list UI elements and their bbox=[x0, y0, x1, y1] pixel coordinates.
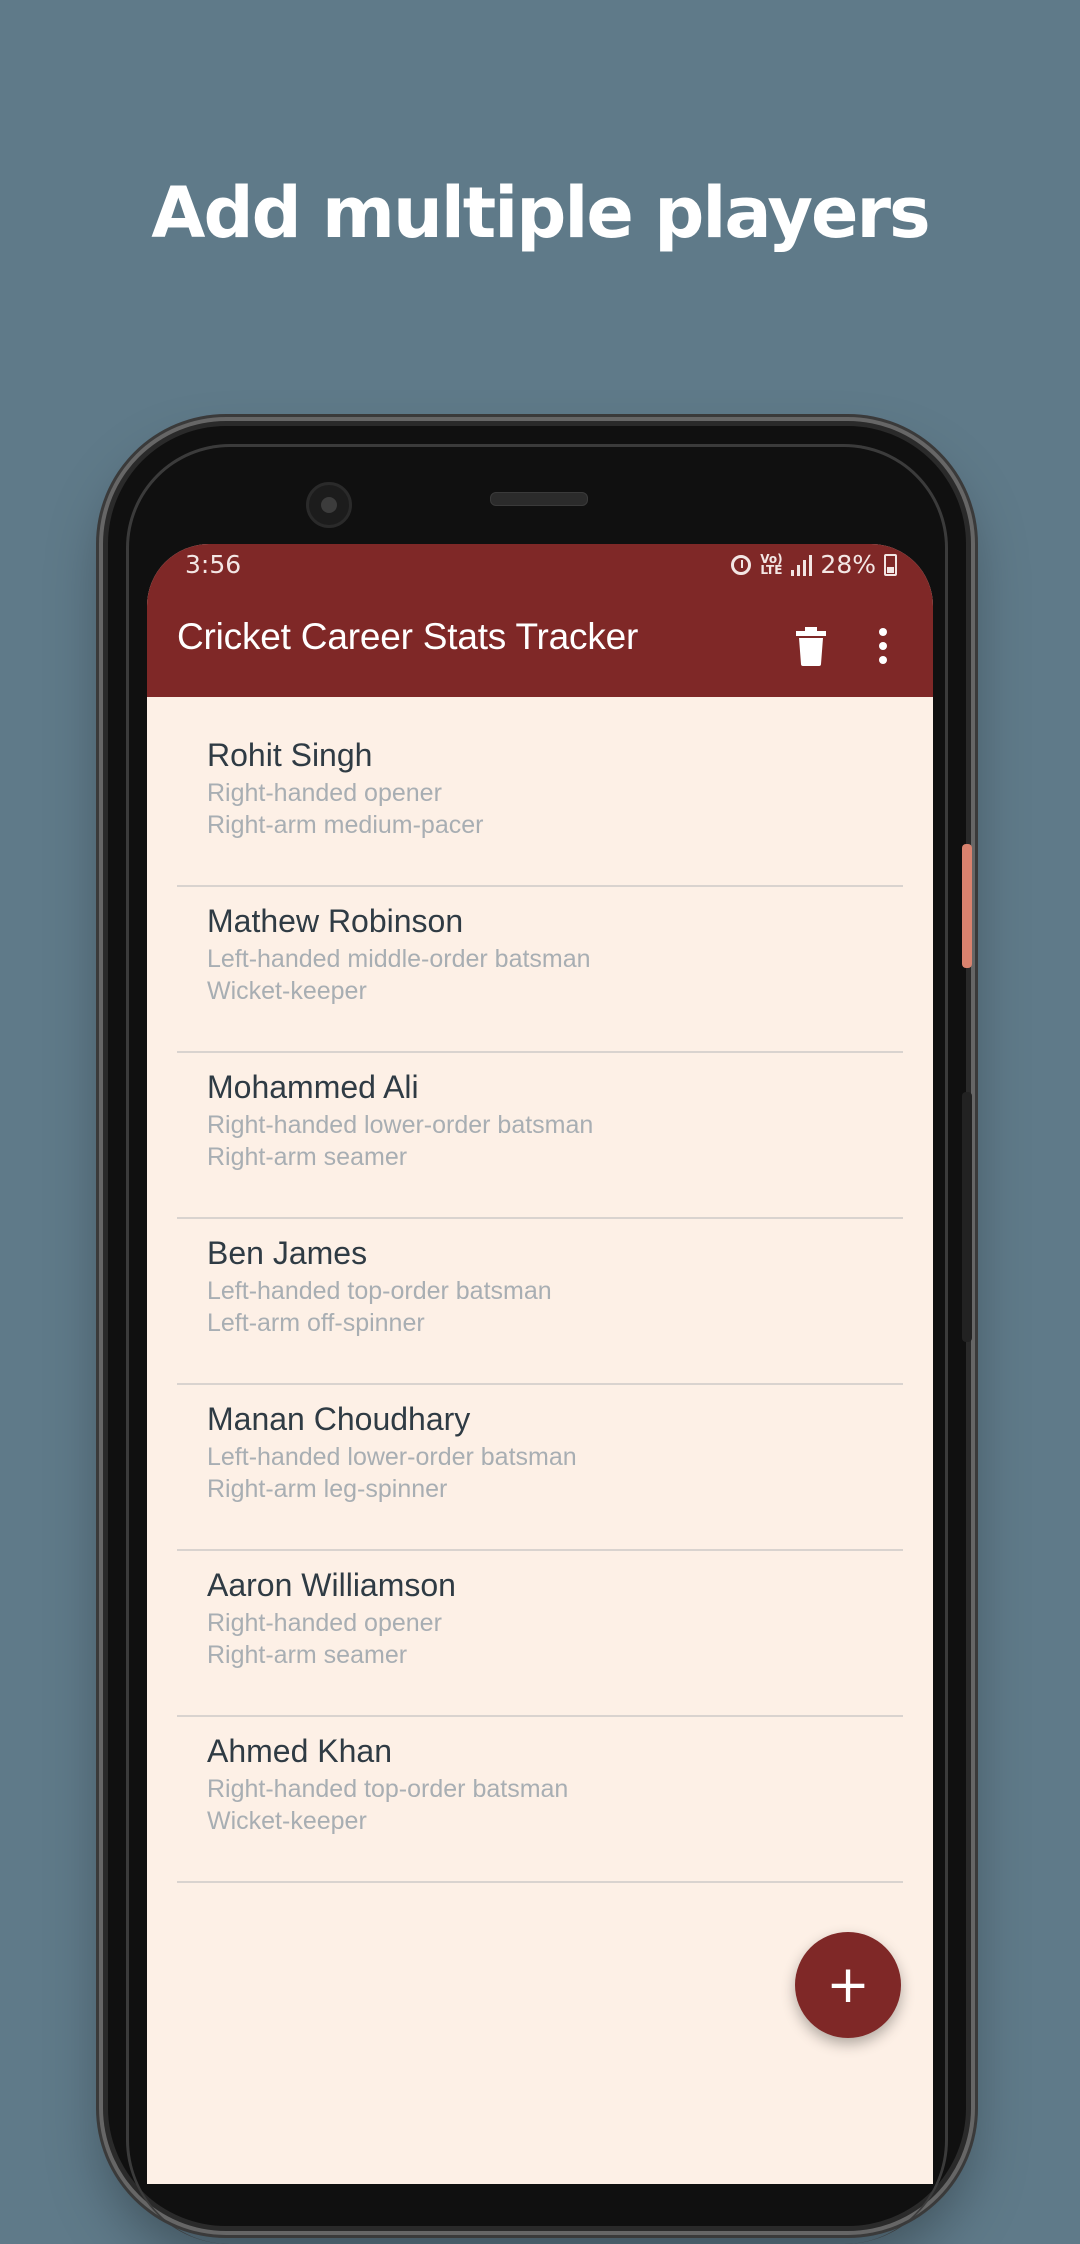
player-bowling-role: Right-arm seamer bbox=[207, 1143, 408, 1171]
player-batting-role: Right-handed lower-order batsman bbox=[207, 1111, 594, 1139]
status-icons: Vo) LTE 28% bbox=[731, 550, 897, 579]
power-button bbox=[962, 844, 972, 968]
player-name: Manan Choudhary bbox=[207, 1401, 471, 1437]
player-batting-role: Right-handed opener bbox=[207, 779, 442, 807]
earpiece-speaker bbox=[490, 492, 588, 506]
player-bowling-role: Right-arm medium-pacer bbox=[207, 811, 484, 839]
player-batting-role: Left-handed middle-order batsman bbox=[207, 945, 591, 973]
player-bowling-role: Wicket-keeper bbox=[207, 977, 367, 1005]
app-title: Cricket Career Stats Tracker bbox=[177, 616, 639, 657]
alarm-icon bbox=[731, 554, 752, 575]
player-bowling-role: Left-arm off-spinner bbox=[207, 1309, 425, 1337]
player-bowling-role: Right-arm seamer bbox=[207, 1641, 408, 1669]
player-bowling-role: Wicket-keeper bbox=[207, 1807, 367, 1835]
player-bowling-role: Right-arm leg-spinner bbox=[207, 1475, 448, 1503]
player-list-item[interactable]: Mohammed Ali Right-handed lower-order ba… bbox=[177, 1053, 903, 1219]
player-list-item[interactable]: Ahmed Khan Right-handed top-order batsma… bbox=[177, 1717, 903, 1883]
player-name: Rohit Singh bbox=[207, 737, 373, 773]
signal-icon bbox=[791, 554, 813, 576]
player-batting-role: Right-handed opener bbox=[207, 1609, 442, 1637]
player-batting-role: Left-handed lower-order batsman bbox=[207, 1443, 577, 1471]
battery-percent: 28% bbox=[820, 550, 876, 579]
player-list-item[interactable]: Mathew Robinson Left-handed middle-order… bbox=[177, 887, 903, 1053]
volte-lte-icon: Vo) LTE bbox=[760, 551, 783, 577]
player-batting-role: Right-handed top-order batsman bbox=[207, 1775, 569, 1803]
player-name: Ahmed Khan bbox=[207, 1733, 393, 1769]
more-options-icon[interactable] bbox=[873, 626, 893, 666]
volume-button bbox=[962, 1092, 972, 1342]
player-name: Mathew Robinson bbox=[207, 903, 464, 939]
delete-icon[interactable] bbox=[793, 626, 829, 666]
player-name: Ben James bbox=[207, 1235, 368, 1271]
player-list-item[interactable]: Aaron Williamson Right-handed opener Rig… bbox=[177, 1551, 903, 1717]
player-list-item[interactable]: Ben James Left-handed top-order batsman … bbox=[177, 1219, 903, 1385]
player-list-item[interactable]: Rohit Singh Right-handed opener Right-ar… bbox=[177, 697, 903, 887]
player-batting-role: Left-handed top-order batsman bbox=[207, 1277, 552, 1305]
player-name: Aaron Williamson bbox=[207, 1567, 456, 1603]
promo-headline: Add multiple players bbox=[151, 172, 930, 254]
front-camera bbox=[306, 482, 352, 528]
app-screen: 3:56 Vo) LTE 28% Cricket Career Stats Tr… bbox=[147, 544, 933, 2184]
app-bar: 3:56 Vo) LTE 28% Cricket Career Stats Tr… bbox=[147, 544, 933, 697]
battery-icon bbox=[884, 553, 897, 576]
player-list-item[interactable]: Manan Choudhary Left-handed lower-order … bbox=[177, 1385, 903, 1551]
plus-icon: + bbox=[826, 1955, 870, 2015]
status-time: 3:56 bbox=[185, 550, 242, 579]
player-list: Rohit Singh Right-handed opener Right-ar… bbox=[177, 697, 903, 1883]
add-player-button[interactable]: + bbox=[795, 1932, 901, 2038]
player-name: Mohammed Ali bbox=[207, 1069, 419, 1105]
